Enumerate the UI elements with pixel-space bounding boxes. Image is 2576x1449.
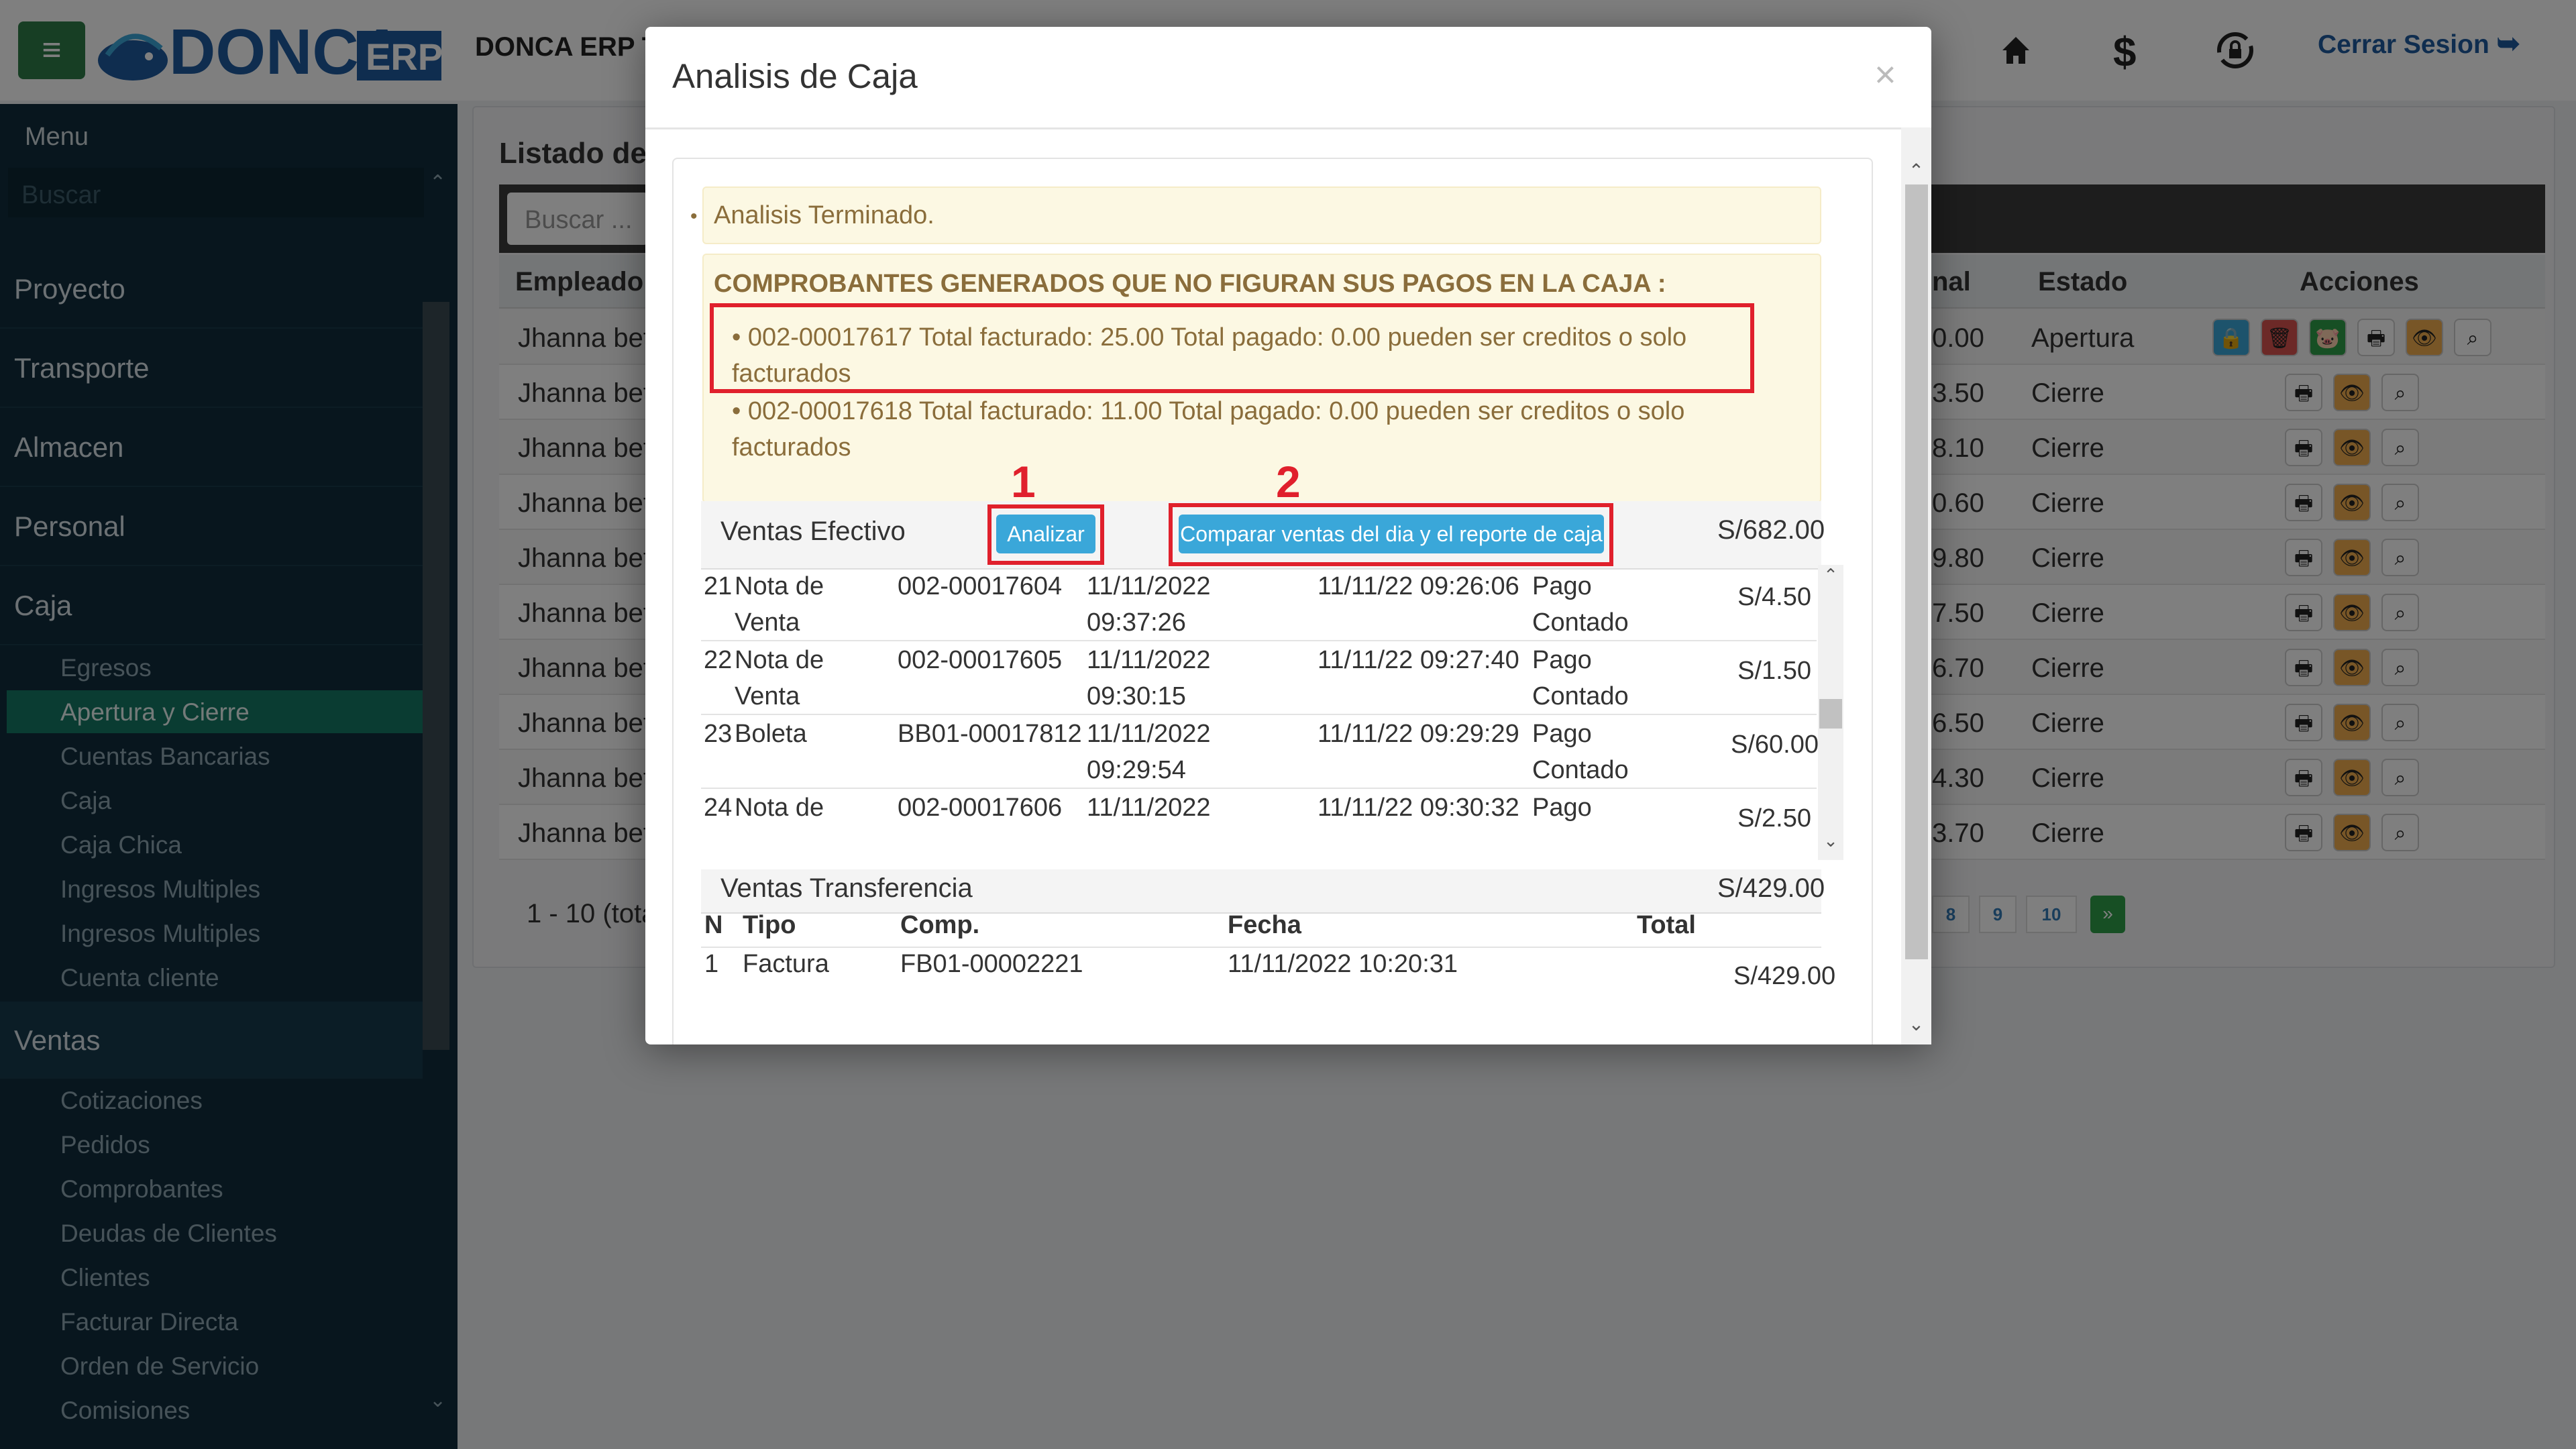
analizar-button[interactable]: Analizar: [996, 515, 1095, 553]
efectivo-scroll-down-icon[interactable]: ⌄: [1818, 830, 1843, 851]
efectivo-scroll-thumb[interactable]: [1819, 699, 1842, 729]
efectivo-row-pago-2: Contado: [1532, 682, 1629, 710]
efectivo-row-monto: S/1.50: [1737, 657, 1811, 685]
transferencia-divider: [701, 947, 1821, 948]
highlight-box-warning: [710, 303, 1754, 393]
modal-scrollbar[interactable]: ⌃ ⌄: [1901, 127, 1931, 1044]
efectivo-row-hora: 11/11/22 09:27:40: [1318, 646, 1519, 674]
efectivo-row-tipo: Nota de: [735, 794, 824, 822]
efectivo-row-tipo-2: Venta: [735, 608, 800, 637]
efectivo-row-tipo: Boleta: [735, 720, 807, 748]
efectivo-row-monto: S/60.00: [1731, 731, 1819, 759]
transferencia-total: S/429.00: [1717, 873, 1825, 903]
efectivo-row-fecha: 11/11/2022: [1087, 572, 1211, 600]
efectivo-row-pago: Pago: [1532, 646, 1592, 674]
efectivo-scrollbar[interactable]: ⌃ ⌄: [1818, 565, 1843, 860]
efectivo-total: S/682.00: [1717, 515, 1825, 545]
warning-line-2b: facturados: [732, 433, 851, 462]
efectivo-row-tipo: Nota de: [735, 572, 824, 600]
efectivo-title: Ventas Efectivo: [720, 517, 906, 546]
efectivo-row-hora: 11/11/22 09:29:29: [1318, 720, 1519, 748]
transferencia-row-fecha: 11/11/2022 10:20:31: [1228, 950, 1458, 978]
efectivo-row-pago: Pago: [1532, 572, 1592, 600]
transferencia-col-n: N: [704, 911, 723, 939]
efectivo-row-comp: 002-00017604: [898, 572, 1063, 600]
transferencia-col-comp: Comp.: [900, 911, 980, 939]
transferencia-title: Ventas Transferencia: [720, 873, 973, 903]
efectivo-row-n: 23: [704, 720, 733, 748]
modal-header-divider: [645, 127, 1931, 129]
efectivo-row-fecha: 11/11/2022: [1087, 794, 1211, 822]
efectivo-row-fecha-2: 09:30:15: [1087, 682, 1186, 710]
efectivo-row-fecha: 11/11/2022: [1087, 720, 1211, 748]
comparar-button[interactable]: Comparar ventas del dia y el reporte de …: [1179, 515, 1604, 553]
modal-close-button[interactable]: ×: [1874, 52, 1896, 96]
efectivo-row-pago-2: Contado: [1532, 608, 1629, 637]
warning-line-2: • 002-00017618 Total facturado: 11.00 To…: [732, 397, 1685, 425]
efectivo-row-tipo-2: Venta: [735, 682, 800, 710]
efectivo-scroll-up-icon[interactable]: ⌃: [1818, 565, 1843, 585]
callout-1: 1: [1011, 457, 1036, 506]
efectivo-row-divider: [701, 788, 1817, 789]
transferencia-col-tipo: Tipo: [743, 911, 796, 939]
efectivo-row-fecha: 11/11/2022: [1087, 646, 1211, 674]
efectivo-row-comp: 002-00017606: [898, 794, 1063, 822]
efectivo-row-pago: Pago: [1532, 794, 1592, 822]
efectivo-row-divider: [701, 640, 1817, 641]
transferencia-row-tipo: Factura: [743, 950, 829, 978]
modal-scroll-thumb[interactable]: [1905, 184, 1928, 959]
efectivo-row-monto: S/2.50: [1737, 804, 1811, 833]
modal-scroll-up-icon[interactable]: ⌃: [1901, 160, 1931, 181]
callout-2: 2: [1276, 457, 1301, 506]
efectivo-row-pago-2: Contado: [1532, 756, 1629, 784]
efectivo-row-fecha-2: 09:37:26: [1087, 608, 1186, 637]
efectivo-row-fecha-2: 09:29:54: [1087, 756, 1186, 784]
efectivo-row-comp: 002-00017605: [898, 646, 1063, 674]
modal-scroll-down-icon[interactable]: ⌄: [1901, 1013, 1931, 1034]
warning-title: COMPROBANTES GENERADOS QUE NO FIGURAN SU…: [714, 270, 1666, 298]
transferencia-row-comp: FB01-00002221: [900, 950, 1083, 978]
status-alert: • Analisis Terminado.: [690, 186, 1821, 244]
efectivo-row-hora: 11/11/22 09:30:32: [1318, 794, 1519, 822]
efectivo-row-hora: 11/11/22 09:26:06: [1318, 572, 1519, 600]
transferencia-col-total: Total: [1637, 911, 1696, 939]
efectivo-row-n: 24: [704, 794, 733, 822]
analisis-caja-modal: Analisis de Caja × • Analisis Terminado.…: [645, 27, 1931, 1044]
efectivo-row-monto: S/4.50: [1737, 583, 1811, 611]
status-bullet: •: [690, 205, 698, 227]
status-text: Analisis Terminado.: [714, 201, 934, 229]
transferencia-col-fecha: Fecha: [1228, 911, 1301, 939]
efectivo-row-comp: BB01-00017812: [898, 720, 1082, 748]
efectivo-row-divider: [701, 714, 1817, 715]
transferencia-row-n: 1: [704, 950, 719, 978]
efectivo-row-n: 21: [704, 572, 733, 600]
efectivo-row-pago: Pago: [1532, 720, 1592, 748]
efectivo-row-tipo: Nota de: [735, 646, 824, 674]
efectivo-row-n: 22: [704, 646, 733, 674]
modal-title: Analisis de Caja: [672, 57, 918, 95]
transferencia-row-total: S/429.00: [1733, 962, 1836, 990]
